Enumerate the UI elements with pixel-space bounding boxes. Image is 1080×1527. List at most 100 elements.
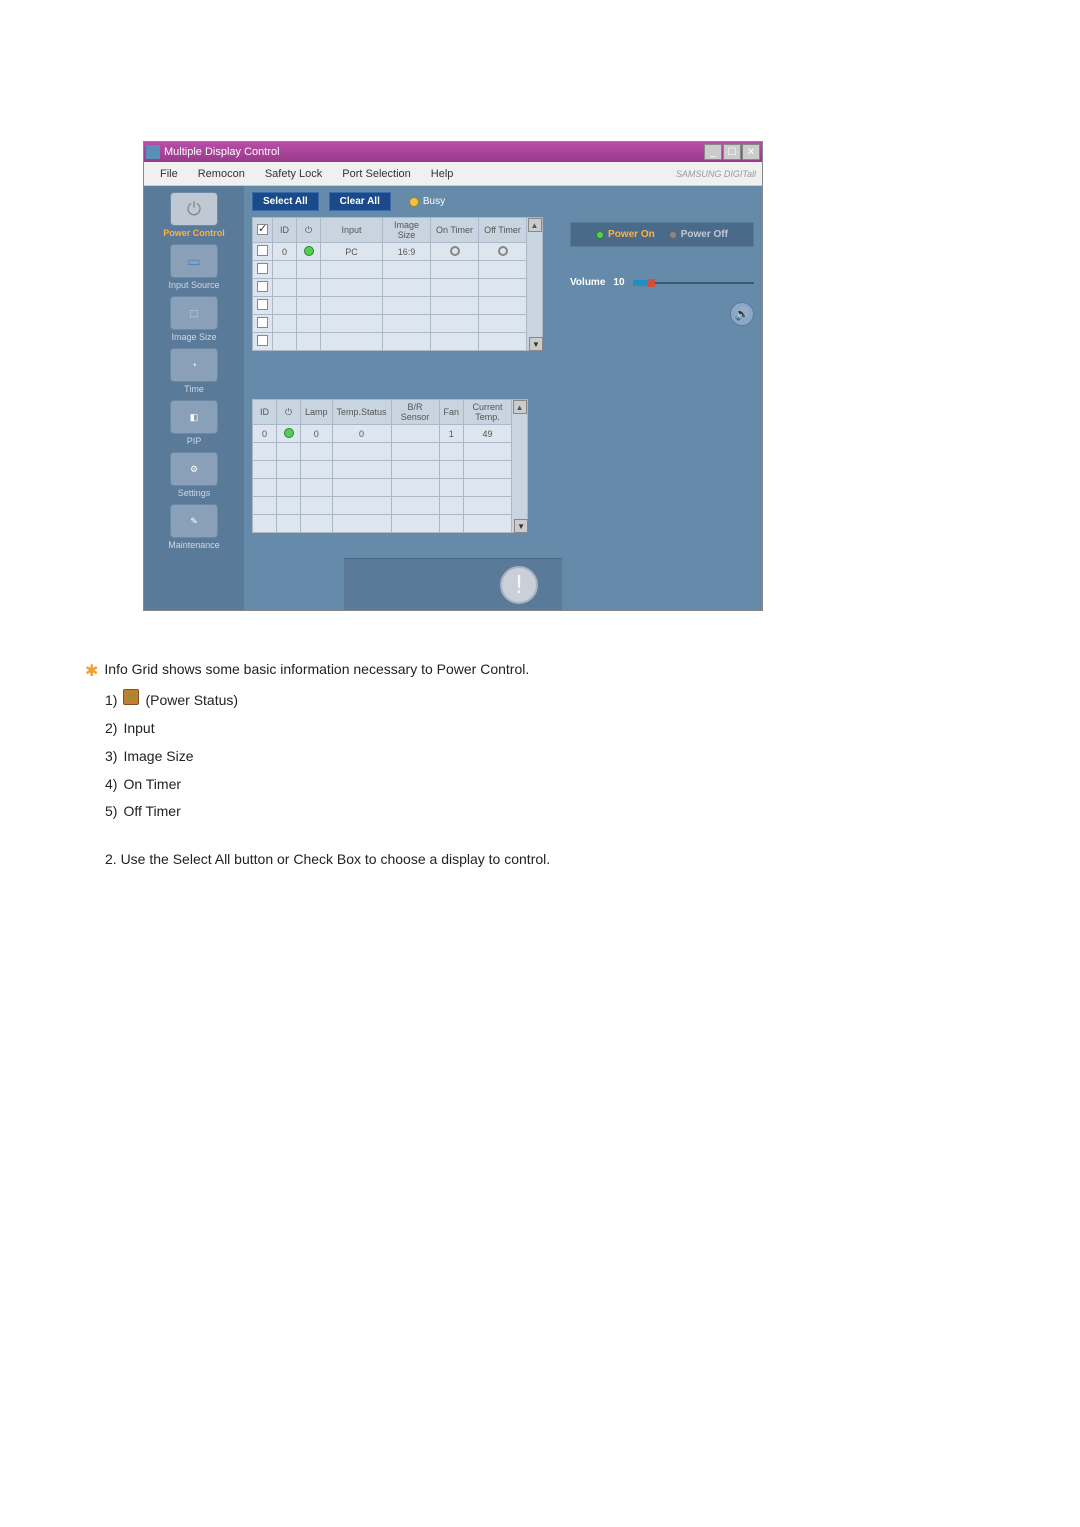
info-grid-2: ID ⏻ Lamp Temp.Status B/R Sensor Fan Cur… xyxy=(252,399,528,533)
cell-id: 0 xyxy=(273,243,297,261)
off-timer-icon xyxy=(498,246,508,256)
table-row[interactable]: 0 PC 16:9 xyxy=(253,243,543,261)
volume-value: 10 xyxy=(613,277,624,288)
table-row[interactable] xyxy=(253,497,528,515)
sidebar-label-settings: Settings xyxy=(178,488,211,498)
star-icon: ✱ xyxy=(85,658,98,685)
cell2-br-sensor xyxy=(391,425,439,443)
ann-text-4: On Timer xyxy=(123,773,181,797)
row-checkbox[interactable] xyxy=(257,335,268,346)
row-checkbox[interactable] xyxy=(257,317,268,328)
sidebar-icon-pip[interactable]: ◧ xyxy=(170,400,218,434)
ann-num-2: 2) xyxy=(105,717,117,741)
menu-remocon[interactable]: Remocon xyxy=(188,164,255,184)
ann-text-3: Image Size xyxy=(123,745,193,769)
sidebar-label-power-control: Power Control xyxy=(163,228,225,238)
col2-lamp: Lamp xyxy=(301,400,333,425)
power-on-dot-icon xyxy=(596,231,604,239)
power-status-small-icon: ⏻ xyxy=(123,689,139,705)
power-status-icon xyxy=(304,246,314,256)
menu-file[interactable]: File xyxy=(150,164,188,184)
volume-label: Volume xyxy=(570,277,605,288)
sidebar-label-maintenance: Maintenance xyxy=(168,540,220,550)
ann-text-1: (Power Status) xyxy=(145,689,238,713)
sidebar-icon-maintenance[interactable]: ✎ xyxy=(170,504,218,538)
sidebar-label-pip: PIP xyxy=(187,436,202,446)
table-row[interactable] xyxy=(253,443,528,461)
table-row[interactable] xyxy=(253,315,543,333)
sidebar-icon-time[interactable]: ◔ xyxy=(170,348,218,382)
volume-thumb[interactable] xyxy=(647,279,655,287)
row-checkbox[interactable] xyxy=(257,299,268,310)
ann-num-4: 4) xyxy=(105,773,117,797)
table-row[interactable] xyxy=(253,333,543,351)
row-checkbox[interactable] xyxy=(257,245,268,256)
col2-id: ID xyxy=(253,400,277,425)
table-row[interactable] xyxy=(253,461,528,479)
sidebar-icon-power-control[interactable]: ⏻ xyxy=(170,192,218,226)
sidebar-icon-image-size[interactable]: ⬚ xyxy=(170,296,218,330)
ann-text-5: Off Timer xyxy=(123,800,180,824)
select-all-checkbox[interactable] xyxy=(257,224,268,235)
busy-label: Busy xyxy=(423,196,445,207)
cell2-temp-status: 0 xyxy=(332,425,391,443)
power-on-button[interactable]: Power On xyxy=(596,229,655,240)
table-row[interactable] xyxy=(253,515,528,533)
scroll-up-button-2[interactable]: ▲ xyxy=(513,400,527,414)
ann-num-3: 3) xyxy=(105,745,117,769)
brand-label: SAMSUNG DIGITall xyxy=(676,169,756,179)
row-checkbox[interactable] xyxy=(257,263,268,274)
menu-safety-lock[interactable]: Safety Lock xyxy=(255,164,332,184)
minimize-button[interactable]: _ xyxy=(704,144,722,160)
select-all-button[interactable]: Select All xyxy=(252,192,319,211)
table-row[interactable] xyxy=(253,261,543,279)
col-id: ID xyxy=(273,218,297,243)
table-row[interactable] xyxy=(253,279,543,297)
col2-power: ⏻ xyxy=(277,400,301,425)
col2-temp-status: Temp.Status xyxy=(332,400,391,425)
sidebar-icon-settings[interactable]: ⚙ xyxy=(170,452,218,486)
scroll-up-button[interactable]: ▲ xyxy=(528,218,542,232)
sidebar-label-input-source: Input Source xyxy=(168,280,219,290)
close-button[interactable]: ✕ xyxy=(742,144,760,160)
ann-num-5: 5) xyxy=(105,800,117,824)
busy-icon xyxy=(409,197,419,207)
cell2-fan: 1 xyxy=(439,425,464,443)
volume-slider[interactable] xyxy=(633,282,754,284)
sidebar-label-time: Time xyxy=(184,384,204,394)
power-control-panel: Power On Power Off Volume 10 🔊 xyxy=(562,186,762,610)
speaker-icon[interactable]: 🔊 xyxy=(730,302,754,326)
annotation-intro: Info Grid shows some basic information n… xyxy=(104,658,529,682)
on-timer-icon xyxy=(450,246,460,256)
power-off-button[interactable]: Power Off xyxy=(669,229,728,240)
maximize-button[interactable]: ☐ xyxy=(723,144,741,160)
col-off-timer: Off Timer xyxy=(479,218,527,243)
table-row[interactable]: 0 0 0 1 49 xyxy=(253,425,528,443)
row-checkbox[interactable] xyxy=(257,281,268,292)
menu-port-selection[interactable]: Port Selection xyxy=(332,164,420,184)
annotation-second: 2. Use the Select All button or Check Bo… xyxy=(105,848,785,872)
col2-br-sensor: B/R Sensor xyxy=(391,400,439,425)
app-window: Multiple Display Control _ ☐ ✕ File Remo… xyxy=(143,141,763,611)
cell-input: PC xyxy=(321,243,383,261)
window-title: Multiple Display Control xyxy=(164,146,280,158)
table-row[interactable] xyxy=(253,297,543,315)
col2-current-temp: Current Temp. xyxy=(464,400,512,425)
menu-help[interactable]: Help xyxy=(421,164,464,184)
sidebar-label-image-size: Image Size xyxy=(171,332,216,342)
app-icon xyxy=(146,145,160,159)
scroll-down-button[interactable]: ▼ xyxy=(529,337,543,351)
cell2-current-temp: 49 xyxy=(464,425,512,443)
clear-all-button[interactable]: Clear All xyxy=(329,192,391,211)
annotations: ✱ Info Grid shows some basic information… xyxy=(85,658,785,872)
main-panel: Select All Clear All Busy ID ⏻ Input Ima… xyxy=(244,186,562,610)
ann-num-1: 1) xyxy=(105,689,117,713)
cell2-lamp: 0 xyxy=(301,425,333,443)
menubar: File Remocon Safety Lock Port Selection … xyxy=(144,162,762,186)
col-on-timer: On Timer xyxy=(431,218,479,243)
table-row[interactable] xyxy=(253,479,528,497)
scroll-down-button-2[interactable]: ▼ xyxy=(514,519,528,533)
sidebar-icon-input-source[interactable]: ▭ xyxy=(170,244,218,278)
col-image-size: Image Size xyxy=(383,218,431,243)
titlebar: Multiple Display Control _ ☐ ✕ xyxy=(144,142,762,162)
